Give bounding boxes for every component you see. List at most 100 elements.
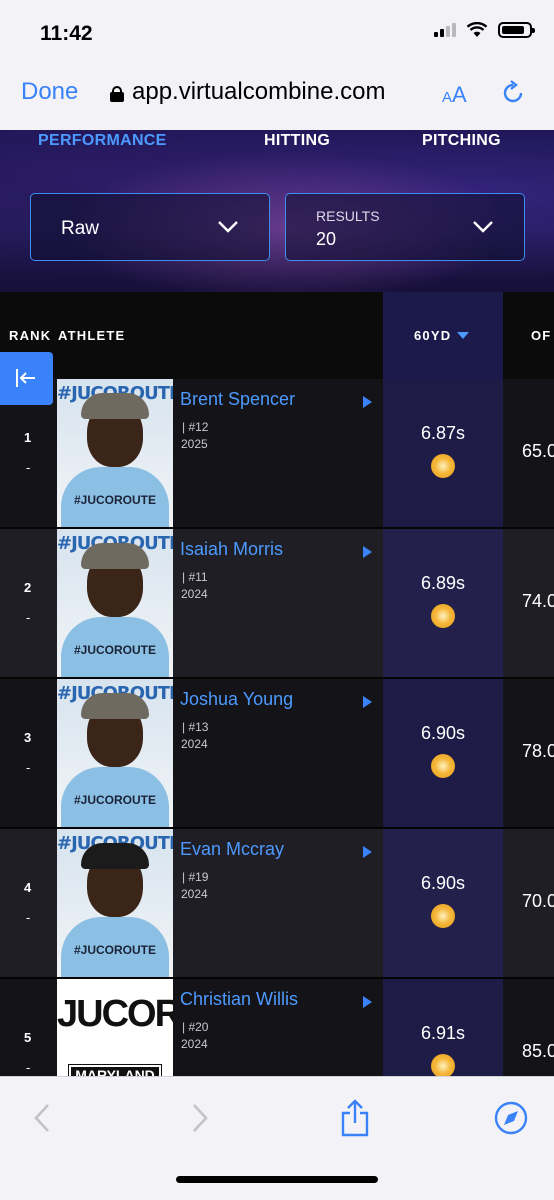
athlete-name[interactable]: Isaiah Morris xyxy=(180,539,283,560)
cellular-signal-icon xyxy=(434,23,456,37)
column-header-of[interactable]: OF xyxy=(531,328,551,343)
of-value: 70.0 xyxy=(522,891,554,911)
column-header-rank[interactable]: RANK xyxy=(9,328,51,343)
jersey-text: #JUCOROUTE xyxy=(73,493,156,507)
collapse-sidebar-button[interactable] xyxy=(0,352,53,405)
mode-select-value: Raw xyxy=(61,218,100,239)
status-icons xyxy=(434,22,535,38)
sixty-time: 6.89s xyxy=(420,573,466,593)
table-row[interactable]: 3 - #JUCOROUTE #JUCOROUTE Joshua Young |… xyxy=(0,679,554,827)
text-size-button[interactable]: AA xyxy=(442,82,467,108)
sixty-time: 6.87s xyxy=(420,423,466,443)
athlete-photo[interactable]: JUCORO MARYLAND xyxy=(57,979,173,1076)
athlete-name[interactable]: Joshua Young xyxy=(180,689,293,710)
compass-icon[interactable] xyxy=(494,1101,528,1135)
sixty-time: 6.90s xyxy=(420,873,466,893)
play-icon[interactable] xyxy=(363,396,372,408)
gold-medal-icon xyxy=(431,904,455,928)
url-text: app.virtualcombine.com xyxy=(132,78,386,105)
rank-change: - xyxy=(26,910,31,925)
rank-number: 1 xyxy=(24,430,32,445)
athlete-year: 2024 xyxy=(181,887,208,901)
lock-icon xyxy=(110,86,124,102)
results-select-label: RESULTS xyxy=(316,208,380,224)
exit-arrow-icon xyxy=(16,369,35,387)
gold-medal-icon xyxy=(431,454,455,478)
browser-bar: Done app.virtualcombine.com AA xyxy=(0,64,554,130)
results-select[interactable]: RESULTS 20 xyxy=(285,193,525,261)
of-value: 78.0 xyxy=(522,741,554,761)
athlete-number: | #19 xyxy=(182,870,209,884)
athlete-name[interactable]: Brent Spencer xyxy=(180,389,295,410)
rank-number: 2 xyxy=(24,580,32,595)
sixty-time: 6.90s xyxy=(420,723,466,743)
results-select-value: 20 xyxy=(316,229,337,249)
status-bar: 11:42 xyxy=(0,0,554,64)
mode-select[interactable]: Raw xyxy=(30,193,270,261)
gold-medal-icon xyxy=(431,604,455,628)
table-row[interactable]: 2 - #JUCOROUTE #JUCOROUTE Isaiah Morris … xyxy=(0,529,554,677)
wifi-icon xyxy=(466,22,488,37)
share-icon[interactable] xyxy=(340,1099,370,1137)
home-indicator xyxy=(176,1176,378,1183)
athlete-photo[interactable]: #JUCOROUTE #JUCOROUTE xyxy=(57,829,173,977)
athlete-number: | #20 xyxy=(182,1020,209,1034)
athlete-year: 2024 xyxy=(181,737,208,751)
forward-arrow-icon[interactable] xyxy=(190,1103,210,1133)
sort-desc-icon xyxy=(457,332,470,339)
rank-change: - xyxy=(26,760,31,775)
rank-change: - xyxy=(26,610,31,625)
hero-banner: PERFORMANCE HITTING PITCHING Raw RESULTS… xyxy=(0,130,554,292)
photo-state-text: MARYLAND xyxy=(68,1064,162,1076)
page-content: PERFORMANCE HITTING PITCHING Raw RESULTS… xyxy=(0,130,554,1076)
back-arrow-icon[interactable] xyxy=(32,1103,52,1133)
column-header-60yd[interactable]: 60YD xyxy=(414,328,470,343)
done-button[interactable]: Done xyxy=(21,78,78,106)
chevron-down-icon xyxy=(218,221,238,233)
play-icon[interactable] xyxy=(363,996,372,1008)
athlete-name[interactable]: Evan Mccray xyxy=(180,839,284,860)
of-value: 74.0 xyxy=(522,591,554,611)
jersey-text: #JUCOROUTE xyxy=(73,793,156,807)
chevron-down-icon xyxy=(473,221,493,233)
battery-icon xyxy=(498,22,535,38)
play-icon[interactable] xyxy=(363,696,372,708)
athlete-photo[interactable]: #JUCOROUTE #JUCOROUTE xyxy=(57,379,173,527)
gold-medal-icon xyxy=(431,1054,455,1076)
sixty-time: 6.91s xyxy=(420,1023,466,1043)
tab-pitching[interactable]: PITCHING xyxy=(422,132,501,150)
athlete-year: 2024 xyxy=(181,587,208,601)
jersey-text: #JUCOROUTE xyxy=(73,643,156,657)
table-row[interactable]: 4 - #JUCOROUTE #JUCOROUTE Evan Mccray | … xyxy=(0,829,554,977)
table-row[interactable]: 1 - #JUCOROUTE #JUCOROUTE Brent Spencer … xyxy=(0,379,554,527)
category-tabs: PERFORMANCE HITTING PITCHING xyxy=(0,130,554,156)
athlete-number: | #12 xyxy=(182,420,209,434)
column-header-athlete[interactable]: ATHLETE xyxy=(58,328,125,343)
athlete-year: 2024 xyxy=(181,1037,208,1051)
athlete-photo[interactable]: #JUCOROUTE #JUCOROUTE xyxy=(57,529,173,677)
rank-number: 5 xyxy=(24,1030,32,1045)
athlete-photo[interactable]: #JUCOROUTE #JUCOROUTE xyxy=(57,679,173,827)
athlete-number: | #13 xyxy=(182,720,209,734)
of-value: 85.0 xyxy=(522,1041,554,1061)
jersey-text: #JUCOROUTE xyxy=(73,943,156,957)
column-header-60yd-label: 60YD xyxy=(414,328,452,343)
tab-hitting[interactable]: HITTING xyxy=(264,132,330,150)
play-icon[interactable] xyxy=(363,846,372,858)
rank-number: 3 xyxy=(24,730,32,745)
athlete-year: 2025 xyxy=(181,437,208,451)
athlete-name[interactable]: Christian Willis xyxy=(180,989,298,1010)
play-icon[interactable] xyxy=(363,546,372,558)
rank-change: - xyxy=(26,460,31,475)
photo-logo-text: JUCORO xyxy=(57,993,173,1035)
tab-performance[interactable]: PERFORMANCE xyxy=(38,132,167,150)
rank-change: - xyxy=(26,1060,31,1075)
reload-icon[interactable] xyxy=(500,80,526,106)
table-row[interactable]: 5 - JUCORO MARYLAND Christian Willis | #… xyxy=(0,979,554,1076)
status-time: 11:42 xyxy=(40,22,93,45)
of-value: 65.0 xyxy=(522,441,554,461)
rank-number: 4 xyxy=(24,880,32,895)
athlete-number: | #11 xyxy=(182,570,208,584)
url-bar[interactable]: app.virtualcombine.com xyxy=(110,78,385,106)
gold-medal-icon xyxy=(431,754,455,778)
